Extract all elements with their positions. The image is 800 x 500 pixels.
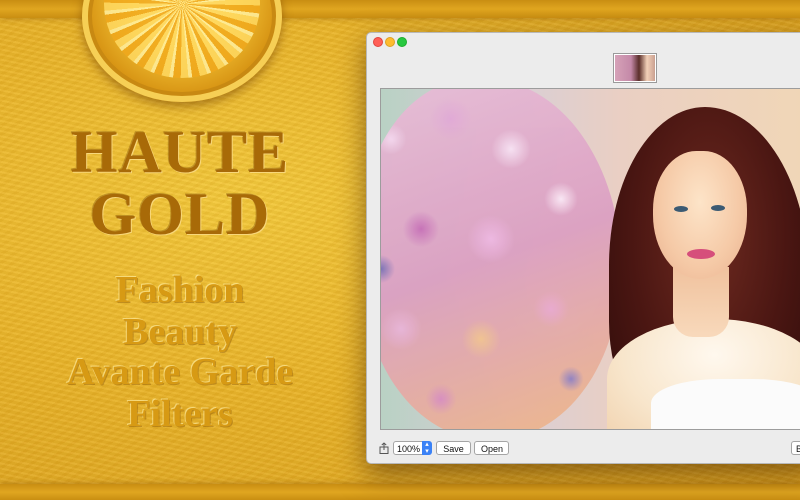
portrait-right-eye [711,205,725,211]
share-icon[interactable] [378,442,390,454]
portrait-left-eye [674,206,688,212]
tagline-avante-garde: Avante Garde [66,351,294,393]
portrait-face [653,151,747,279]
bottom-gold-band [0,484,800,500]
zoom-window-button[interactable] [397,37,407,47]
preview-thumbnail[interactable] [613,53,657,83]
minimize-window-button[interactable] [385,37,395,47]
tagline-fashion: Fashion [115,269,245,311]
app-window: 100% ▴▾ Save Open Br [366,32,800,464]
bottom-toolbar: 100% ▴▾ Save Open Br [367,435,800,461]
portrait-dress [651,379,800,429]
image-canvas[interactable] [380,88,800,430]
thumbnail-image [615,55,655,81]
medallion-texture [104,0,260,78]
truncated-button[interactable]: Br [791,441,800,455]
flower-bouquet-illustration [381,89,621,429]
save-button[interactable]: Save [436,441,471,455]
tagline-beauty: Beauty [123,311,237,353]
share-icon-glyph [379,442,389,454]
window-titlebar[interactable] [367,33,800,49]
close-window-button[interactable] [373,37,383,47]
portrait-lips [687,249,715,259]
tagline-filters: Filters [127,393,233,435]
chevron-updown-icon[interactable]: ▴ ▾ [422,441,432,455]
open-button[interactable]: Open [474,441,509,455]
brand-title-gold: GOLD [89,181,271,247]
brand-title-haute: HAUTE [70,119,290,185]
